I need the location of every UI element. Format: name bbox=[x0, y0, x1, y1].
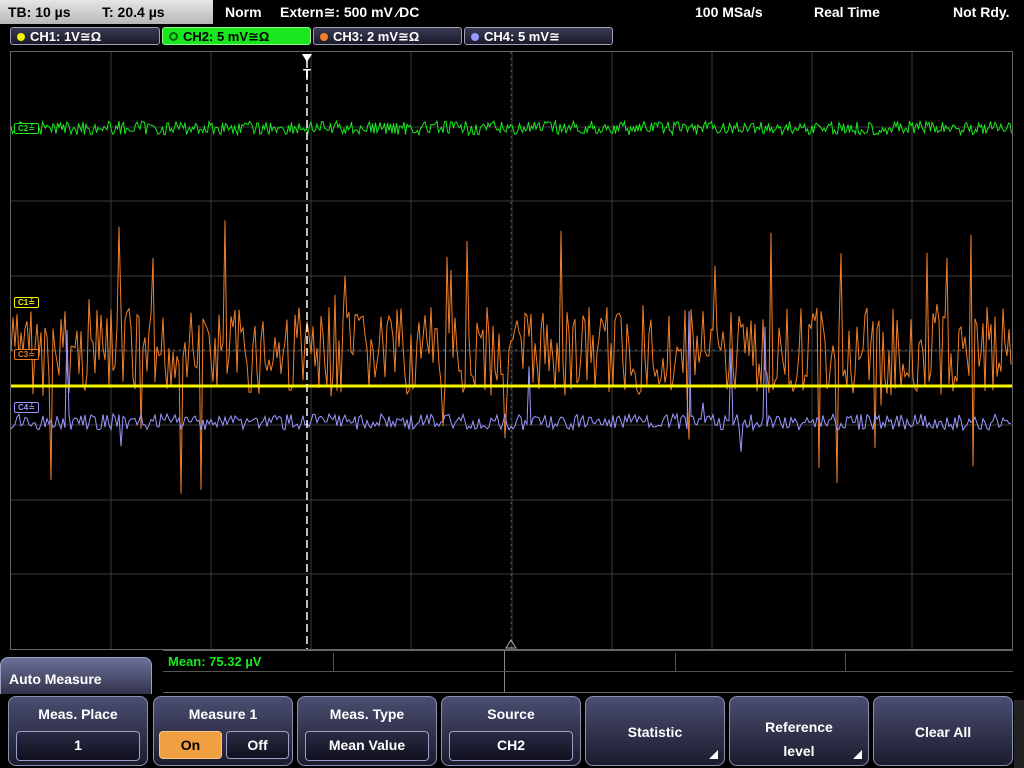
meas-type-softkey[interactable]: Meas. Type Mean Value bbox=[297, 696, 437, 766]
measure1-on-button[interactable]: On bbox=[159, 731, 222, 759]
source-title: Source bbox=[487, 706, 535, 722]
waveform-display[interactable]: C2≟ C1≟ C3≟ C4≟ T bbox=[10, 51, 1013, 650]
menu-scroll-indicator[interactable] bbox=[1014, 700, 1024, 768]
divider bbox=[333, 653, 334, 671]
meas-place-field[interactable]: 1 bbox=[16, 731, 140, 761]
ch4-label: CH4: 5 mV≅ bbox=[484, 29, 560, 44]
ch3-trace bbox=[11, 220, 1012, 494]
ch4-level-marker[interactable]: C4≟ bbox=[14, 402, 39, 413]
divider bbox=[675, 653, 676, 671]
acquisition-state: Not Rdy. bbox=[953, 4, 1010, 20]
source-field[interactable]: CH2 bbox=[449, 731, 573, 761]
divider bbox=[163, 671, 1013, 672]
acquisition-mode[interactable]: Real Time bbox=[814, 4, 880, 20]
ch1-dot-icon bbox=[17, 33, 25, 41]
divider bbox=[845, 653, 846, 671]
ch3-dot-icon bbox=[320, 33, 328, 41]
sample-rate: 100 MSa/s bbox=[695, 4, 763, 20]
measure1-softkey[interactable]: Measure 1 On Off bbox=[153, 696, 293, 766]
reference-level-label: Reference level bbox=[730, 715, 868, 763]
tab-ch4[interactable]: CH4: 5 mV≅ bbox=[464, 27, 613, 45]
meas-type-field[interactable]: Mean Value bbox=[305, 731, 429, 761]
timebase-box[interactable]: TB: 10 µs T: 20.4 µs bbox=[0, 0, 213, 24]
ch3-label: CH3: 2 mV≅Ω bbox=[333, 29, 420, 44]
softkey-bar: Meas. Place 1 Measure 1 On Off Meas. Typ… bbox=[0, 694, 1024, 768]
status-bar: TB: 10 µs T: 20.4 µs Norm Extern≅: 500 m… bbox=[0, 0, 1024, 24]
submenu-arrow-icon bbox=[709, 750, 718, 759]
measure1-off-button[interactable]: Off bbox=[226, 731, 289, 759]
trigger-mode[interactable]: Norm bbox=[225, 4, 262, 20]
ch3-level-marker[interactable]: C3≟ bbox=[14, 349, 39, 360]
measurement-result: Mean: 75.32 µV bbox=[168, 654, 262, 669]
source-softkey[interactable]: Source CH2 bbox=[441, 696, 581, 766]
statistic-softkey[interactable]: Statistic bbox=[585, 696, 725, 766]
clear-all-softkey[interactable]: Clear All bbox=[873, 696, 1013, 766]
tab-ch2[interactable]: CH2: 5 mV≅Ω bbox=[162, 27, 311, 45]
menu-title-tab: Auto Measure bbox=[0, 657, 152, 697]
reference-label-line2: level bbox=[783, 743, 815, 759]
ch1-level-marker[interactable]: C1≟ bbox=[14, 297, 39, 308]
ch2-label: CH2: 5 mV≅Ω bbox=[183, 29, 270, 44]
clear-all-label: Clear All bbox=[914, 724, 972, 740]
submenu-arrow-icon bbox=[853, 750, 862, 759]
measurement-panel: Mean: 75.32 µV bbox=[163, 650, 1013, 693]
tab-ch3[interactable]: CH3: 2 mV≅Ω bbox=[313, 27, 462, 45]
reference-label-line1: Reference bbox=[765, 719, 833, 735]
ch2-dot-icon bbox=[169, 32, 178, 41]
trigger-position-marker[interactable]: T bbox=[303, 66, 311, 81]
meas-place-title: Meas. Place bbox=[38, 706, 118, 722]
meas-type-title: Meas. Type bbox=[329, 706, 405, 722]
waveform-canvas bbox=[11, 52, 1012, 649]
measure1-title: Measure 1 bbox=[188, 706, 258, 722]
reference-level-softkey[interactable]: Reference level bbox=[729, 696, 869, 766]
trigger-source[interactable]: Extern≅: 500 mV ⁄DC bbox=[280, 4, 419, 21]
tab-ch1[interactable]: CH1: 1V≅Ω bbox=[10, 27, 160, 45]
menu-title: Auto Measure bbox=[9, 671, 102, 687]
channel-bar: CH1: 1V≅Ω CH2: 5 mV≅Ω CH3: 2 mV≅Ω CH4: 5… bbox=[0, 25, 1024, 49]
ch2-level-marker[interactable]: C2≟ bbox=[14, 123, 39, 134]
meas-place-softkey[interactable]: Meas. Place 1 bbox=[8, 696, 148, 766]
trigger-time-value: T: 20.4 µs bbox=[102, 4, 165, 20]
ch2-trace bbox=[11, 119, 1012, 137]
ch4-dot-icon bbox=[471, 33, 479, 41]
timebase-value: TB: 10 µs bbox=[8, 4, 71, 20]
statistic-label: Statistic bbox=[627, 724, 683, 740]
ch1-label: CH1: 1V≅Ω bbox=[30, 29, 102, 44]
